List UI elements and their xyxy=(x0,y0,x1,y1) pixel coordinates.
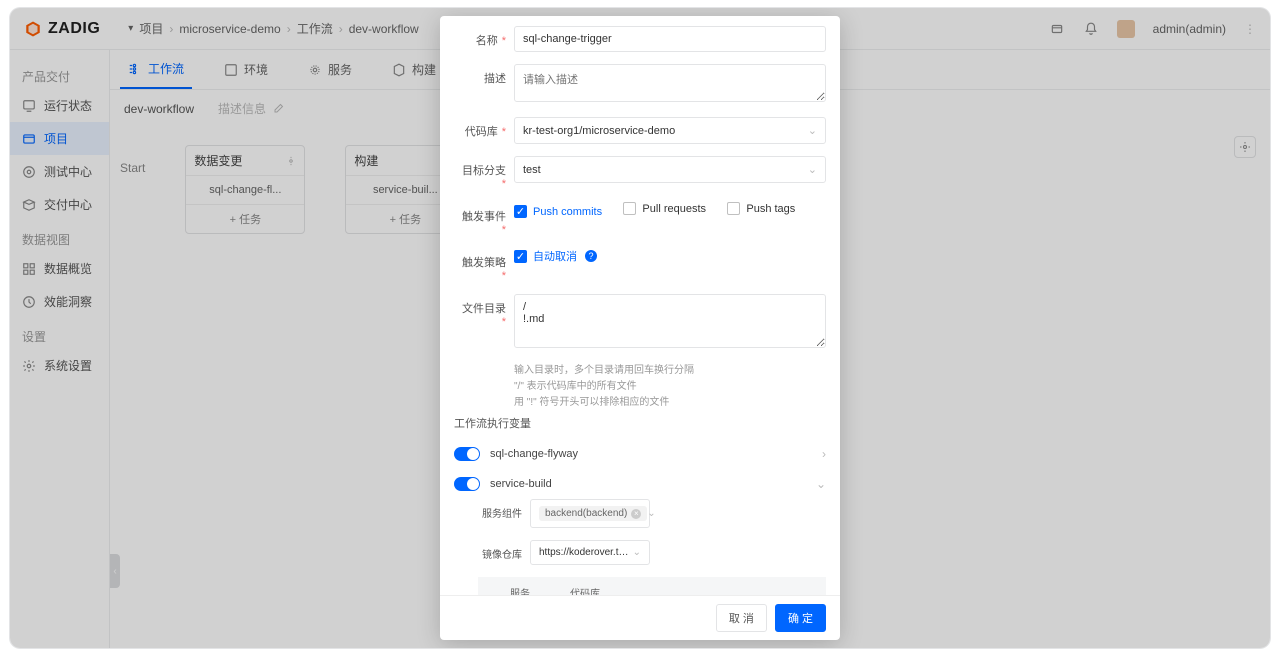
field-label: 描述 xyxy=(454,64,506,86)
var-name: service-build xyxy=(490,478,816,490)
dirs-textarea[interactable] xyxy=(514,294,826,348)
field-label: 服务组件 xyxy=(478,499,522,520)
chevron-down-icon: ⌄ xyxy=(633,547,641,558)
tags-checkbox[interactable]: Push tags xyxy=(727,202,795,215)
field-label: 目标分支 xyxy=(454,156,506,190)
trigger-config-modal: 名称 描述 代码库 kr-test-org1/microservice-demo… xyxy=(440,16,840,640)
hint-text: "/" 表示代码库中的所有文件 xyxy=(454,379,826,395)
hint-text: 用 "!" 符号开头可以排除相应的文件 xyxy=(454,395,826,411)
chevron-down-icon: ⌄ xyxy=(808,163,817,176)
autocancel-checkbox[interactable]: ✓自动取消? xyxy=(514,248,597,264)
name-input[interactable] xyxy=(514,26,826,52)
field-label: 镜像仓库 xyxy=(478,540,522,561)
var-name: sql-change-flyway xyxy=(490,448,822,460)
chevron-down-icon[interactable]: ⌄ xyxy=(816,477,826,491)
branch-select[interactable]: test⌄ xyxy=(514,156,826,183)
var-toggle[interactable] xyxy=(454,447,480,461)
field-label: 代码库 xyxy=(454,117,506,139)
field-label: 名称 xyxy=(454,26,506,48)
remove-icon[interactable]: × xyxy=(631,509,641,519)
field-label: 触发事件 xyxy=(454,202,506,236)
hint-text: 输入目录时，多个目录请用回车换行分隔 xyxy=(454,363,826,379)
help-icon[interactable]: ? xyxy=(585,250,597,262)
confirm-button[interactable]: 确 定 xyxy=(775,604,826,632)
chevron-down-icon: ⌄ xyxy=(647,508,655,519)
pr-checkbox[interactable]: Pull requests xyxy=(623,202,706,215)
var-toggle[interactable] xyxy=(454,477,480,491)
push-checkbox[interactable]: ✓Push commits xyxy=(514,205,602,218)
chevron-down-icon: ⌄ xyxy=(808,124,817,137)
service-select[interactable]: backend(backend)×⌄ xyxy=(530,499,650,528)
desc-textarea[interactable] xyxy=(514,64,826,102)
repo-select[interactable]: kr-test-org1/microservice-demo⌄ xyxy=(514,117,826,144)
image-select[interactable]: https://koderover.tencentc⌄ xyxy=(530,540,650,565)
chevron-right-icon[interactable]: › xyxy=(822,447,826,461)
field-label: 文件目录 xyxy=(454,294,506,328)
cancel-button[interactable]: 取 消 xyxy=(716,604,767,632)
service-table: 服务 代码库 › backend microservice-demo 使用变更的… xyxy=(478,577,826,595)
exec-vars-title: 工作流执行变量 xyxy=(454,415,826,431)
field-label: 触发策略 xyxy=(454,248,506,282)
